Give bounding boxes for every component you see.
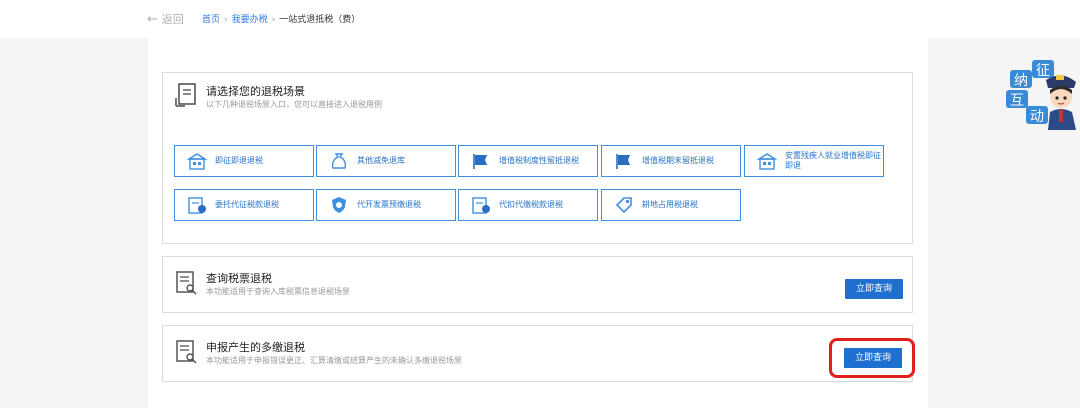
scene-button-label: 耕地占用税退税 xyxy=(642,200,698,209)
scene-button-label: 安置残疾人就业增值税即征即退 xyxy=(785,151,881,170)
scene-card-title: 请选择您的退税场景 xyxy=(206,85,305,98)
scene-card-subtitle: 以下几种退税场景入口，您可以直接进入退税用例 xyxy=(206,100,382,109)
mascot-char-na: 纳 xyxy=(1014,73,1028,89)
scene-button-label: 增值税期末留抵退税 xyxy=(642,156,714,165)
document-refund-icon xyxy=(472,197,490,214)
query-card-title: 查询税票退税 xyxy=(206,272,272,285)
query-ticket-button[interactable]: 立即查询 xyxy=(845,279,903,299)
query-ticket-card xyxy=(162,256,913,313)
breadcrumb-separator-icon: › xyxy=(271,15,276,25)
back-arrow-icon: ← xyxy=(147,12,158,27)
scene-button-institutional-credit-refund[interactable]: 增值税制度性留抵退税 xyxy=(458,145,598,177)
mascot-char-dong: 动 xyxy=(1030,109,1044,125)
scene-button-invoice-prepaid-refund[interactable]: 代开发票预缴退税 xyxy=(316,189,456,221)
mascot-char-zheng: 征 xyxy=(1036,63,1050,79)
scene-button-entrusted-collection-refund[interactable]: 委托代征税款退税 xyxy=(174,189,314,221)
declare-card-title: 申报产生的多缴退税 xyxy=(206,341,305,354)
document-refund-icon xyxy=(188,197,206,214)
breadcrumb: 首页 › 我要办税 › 一站式退抵税（费） xyxy=(202,12,360,25)
scene-button-immediate-refund[interactable]: 即征即退退税 xyxy=(174,145,314,177)
scene-button-label: 代开发票预缴退税 xyxy=(357,200,421,209)
building-icon xyxy=(187,153,207,170)
scene-button-label: 其他减免退库 xyxy=(357,156,405,165)
scene-button-label: 增值税制度性留抵退税 xyxy=(499,156,579,165)
money-bag-icon xyxy=(331,153,347,169)
document-search-icon xyxy=(176,340,197,364)
scene-button-label: 代扣代缴税款退税 xyxy=(499,200,563,209)
top-bar: ← 返回 首页 › 我要办税 › 一站式退抵税（费） xyxy=(0,0,1080,38)
back-link[interactable]: ← 返回 xyxy=(147,11,184,27)
scene-button-other-exemption[interactable]: 其他减免退库 xyxy=(316,145,456,177)
shield-icon xyxy=(332,197,346,213)
scene-button-disabled-employment-refund[interactable]: 安置残疾人就业增值税即征即退 xyxy=(744,145,884,177)
breadcrumb-current: 一站式退抵税（费） xyxy=(279,15,361,25)
flag-icon xyxy=(473,154,487,169)
scene-button-period-end-credit-refund[interactable]: 增值税期末留抵退税 xyxy=(601,145,741,177)
tag-icon xyxy=(615,197,632,214)
declare-card-subtitle: 本功能适用于申报错误更正、汇算清缴或结算产生的未确认多缴退税场景 xyxy=(206,356,462,365)
query-card-subtitle: 本功能适用于查询入库税票信息退税场景 xyxy=(206,287,350,296)
highlight-box xyxy=(829,338,915,378)
form-select-icon xyxy=(175,83,196,107)
mascot-char-hu: 互 xyxy=(1010,93,1024,109)
tax-interaction-mascot[interactable]: 纳 征 互 动 xyxy=(1004,58,1080,130)
scene-button-label: 即征即退退税 xyxy=(215,156,263,165)
scene-button-farmland-occupation-refund[interactable]: 耕地占用税退税 xyxy=(601,189,741,221)
scene-button-withholding-refund[interactable]: 代扣代缴税款退税 xyxy=(458,189,598,221)
flag-icon xyxy=(616,154,630,169)
back-label: 返回 xyxy=(161,13,184,26)
document-search-icon xyxy=(176,271,197,295)
breadcrumb-separator-icon: › xyxy=(224,15,228,25)
breadcrumb-tax-handling[interactable]: 我要办税 xyxy=(232,15,268,25)
building-icon xyxy=(757,153,777,170)
breadcrumb-home[interactable]: 首页 xyxy=(202,15,220,25)
mascot-character-icon xyxy=(1046,75,1076,130)
scene-button-label: 委托代征税款退税 xyxy=(215,200,279,209)
